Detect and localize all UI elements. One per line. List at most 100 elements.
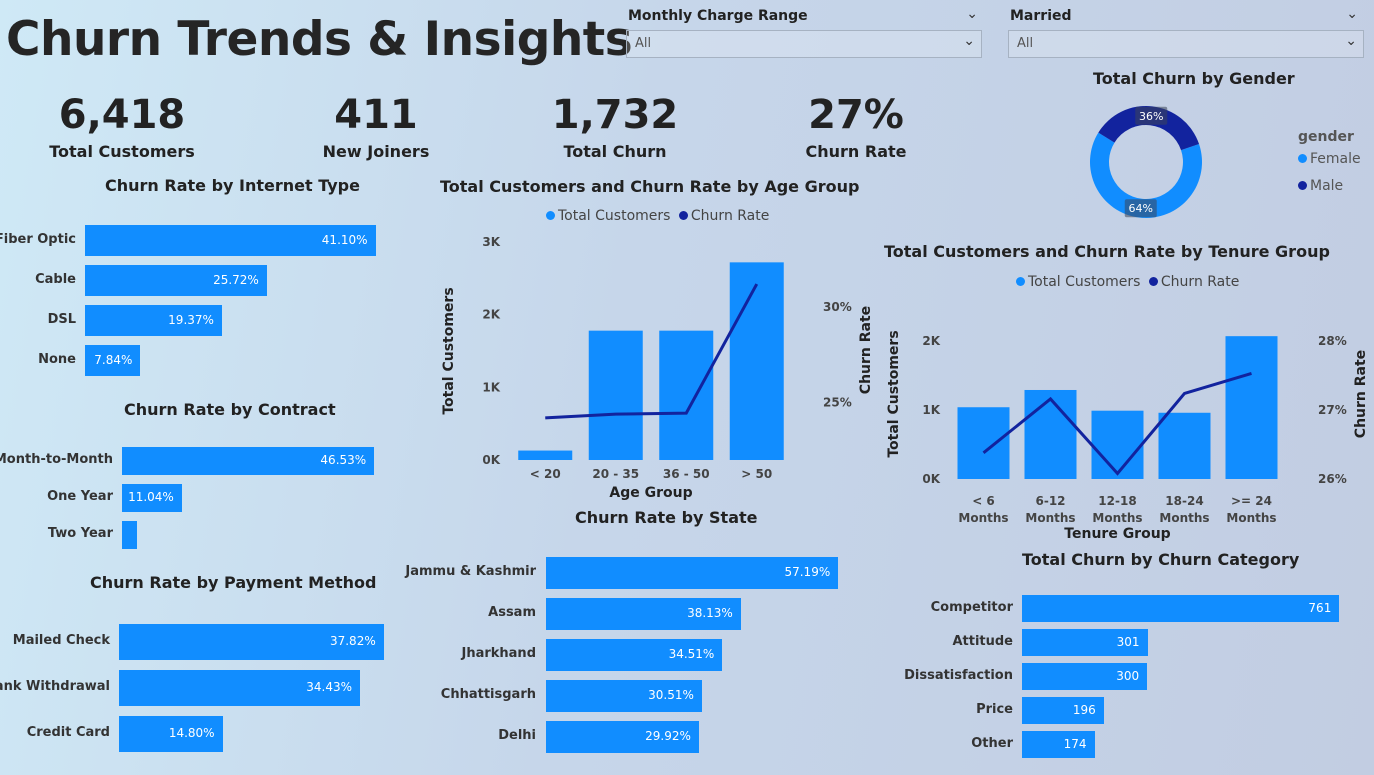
x-tick-label: 18-24 (1165, 494, 1203, 508)
bar[interactable] (1091, 410, 1144, 479)
y-axis-title: Total Customers (441, 287, 457, 414)
bar-category-label: Assam (488, 605, 536, 620)
slicer-dropdown[interactable]: All ⌄ (1008, 30, 1364, 58)
bar-category-label: Credit Card (26, 725, 110, 740)
x-tick-label: >= 24 (1231, 494, 1272, 508)
kpi-churn-rate: 27% Churn Rate (776, 92, 936, 161)
bar[interactable] (659, 330, 714, 460)
bar-category-label: Other (971, 735, 1013, 751)
chart-title-state: Churn Rate by State (575, 508, 758, 527)
bar-category-label: One Year (47, 489, 113, 504)
bar[interactable] (1022, 595, 1340, 622)
bar-value-label: 41.10% (321, 232, 368, 247)
bar-category-label: Attitude (952, 633, 1013, 649)
bar[interactable] (122, 521, 138, 549)
y-tick-label: 0K (482, 453, 500, 467)
x-tick-label: 6-12 (1035, 494, 1065, 508)
bar-value-label: 25.72% (213, 272, 259, 287)
slicer-value: All (635, 36, 652, 51)
bar-category-label: Month-to-Month (0, 452, 113, 467)
bar-category-label: Jharkhand (461, 646, 536, 661)
legend-label: Female (1310, 151, 1361, 167)
churn-rate-line (545, 283, 759, 420)
legend-dot (1016, 277, 1025, 286)
bar-category-label: Fiber Optic (0, 231, 76, 247)
pie-label: 36% (1139, 110, 1163, 123)
bar-category-label: Mailed Check (12, 633, 110, 648)
slicer-label: Monthly Charge Range (628, 8, 808, 24)
y-tick-label: 1K (482, 380, 500, 394)
y2-axis-title: Churn Rate (1353, 350, 1369, 438)
chart-title-category: Total Churn by Churn Category (1022, 550, 1300, 569)
chart-gender-donut: 64% 36% (1090, 105, 1202, 218)
legend-label: Male (1310, 178, 1344, 194)
bar-category-label: Cable (35, 271, 76, 287)
chart-title-age: Total Customers and Churn Rate by Age Gr… (440, 177, 860, 196)
bar-category-label: Jammu & Kashmir (405, 564, 536, 579)
bar-value-label: 29.92% (645, 729, 691, 743)
legend-label: Churn Rate (1160, 274, 1240, 290)
y-axis-title: Total Customers (886, 330, 902, 457)
chevron-down-icon[interactable]: ⌄ (966, 6, 978, 22)
pie-label: 64% (1129, 202, 1153, 215)
chevron-down-icon[interactable]: ⌄ (1345, 33, 1357, 49)
kpi-value: 27% (808, 92, 904, 138)
kpi-value: 411 (334, 92, 418, 138)
bar-value-label: 174 (1063, 736, 1087, 751)
chart-title-payment: Churn Rate by Payment Method (90, 573, 377, 592)
chevron-down-icon[interactable]: ⌄ (1346, 6, 1358, 22)
bar[interactable] (518, 450, 573, 460)
x-tick-label: Months (1226, 511, 1276, 525)
chart-tenure-group: 0K 1K 2K 26% 27% 28% < 6 Months 6-12 Months 12-18 M… (858, 306, 1369, 542)
bar-category-label: Competitor (930, 599, 1013, 615)
legend-dot (1298, 154, 1307, 163)
kpi-total-churn: 1,732 Total Churn (535, 92, 695, 161)
bar[interactable] (588, 330, 643, 460)
chevron-down-icon[interactable]: ⌄ (963, 33, 975, 49)
kpi-label: Total Customers (49, 142, 195, 161)
y-tick-label: 2K (922, 334, 940, 348)
bar-value-label: 30.51% (648, 688, 694, 702)
y2-axis-title: Churn Rate (858, 306, 874, 394)
y2-tick-label: 28% (1318, 334, 1347, 348)
bar[interactable] (1225, 336, 1278, 479)
legend-tenure: Total Customers Churn Rate (1016, 274, 1239, 290)
bar-value-label: 11.04% (128, 490, 174, 504)
bar[interactable] (1024, 389, 1077, 479)
dashboard-title: Churn Trends & Insights (6, 12, 633, 67)
chart-title-gender: Total Churn by Gender (1093, 69, 1295, 88)
legend-dot (1148, 277, 1158, 286)
bar[interactable] (729, 262, 784, 460)
bar-value-label: 38.13% (687, 606, 733, 620)
kpi-label: Total Churn (563, 142, 667, 161)
married-slicer[interactable]: Married ⌄ All ⌄ (1008, 6, 1364, 60)
bar[interactable] (1158, 412, 1211, 479)
x-tick-label: Months (1092, 511, 1142, 525)
chart-title-tenure: Total Customers and Churn Rate by Tenure… (884, 242, 1330, 261)
chart-age-group: 0K 1K 2K 3K 25% 30% < 20 20 - 35 36 - 50 > 50 Age … (441, 235, 852, 501)
y2-tick-label: 27% (1318, 403, 1347, 417)
slicer-dropdown[interactable]: All ⌄ (626, 30, 982, 58)
y-tick-label: 2K (482, 308, 500, 322)
x-axis-title: Tenure Group (1064, 526, 1170, 542)
monthly-charge-slicer[interactable]: Monthly Charge Range ⌄ All ⌄ (626, 6, 982, 60)
bar[interactable] (957, 407, 1010, 479)
x-tick-label: Months (1025, 511, 1075, 525)
x-tick-label: 36 - 50 (663, 467, 710, 481)
bar-value-label: 196 (1072, 702, 1096, 717)
legend-item-male: Male (1298, 178, 1343, 194)
bar-value-label: 34.43% (306, 680, 352, 694)
kpi-value: 6,418 (58, 92, 186, 138)
y-tick-label: 3K (482, 235, 500, 249)
bar-value-label: 14.80% (168, 726, 215, 740)
slicer-label: Married (1010, 8, 1072, 24)
bar-category-label: Two Year (47, 526, 113, 541)
bar-value-label: 34.51% (668, 647, 715, 661)
legend-label: Total Customers (1028, 274, 1141, 290)
x-tick-label: Months (1159, 511, 1209, 525)
kpi-value: 1,732 (551, 92, 679, 138)
x-tick-label: Months (958, 511, 1008, 525)
kpi-label: New Joiners (322, 142, 430, 161)
x-tick-label: 20 - 35 (592, 467, 639, 481)
bar-value-label: 300 (1116, 668, 1140, 683)
